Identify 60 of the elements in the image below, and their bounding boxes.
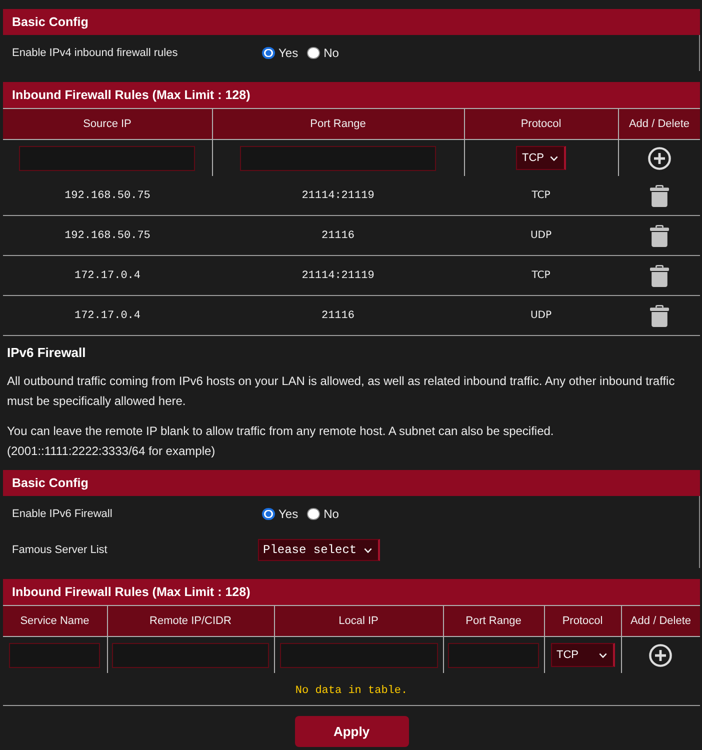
input-field[interactable] [9, 642, 100, 668]
trash-icon[interactable] [650, 184, 668, 206]
section-header: Basic Config [3, 9, 700, 35]
dropdown-select[interactable]: Please select [258, 539, 380, 561]
section-header: Inbound Firewall Rules (Max Limit : 128) [3, 579, 700, 605]
table-cell: 192.168.50.75 [3, 216, 212, 256]
table-cell: 21116 [212, 216, 464, 256]
input-field[interactable] [240, 146, 436, 170]
radio-label[interactable]: No [324, 507, 339, 521]
setting-label: Famous Server List [11, 544, 108, 556]
table-cell: UDP [464, 296, 618, 336]
table-cell: 172.17.0.4 [3, 296, 212, 336]
trash-icon[interactable] [650, 304, 668, 326]
radio-label[interactable]: No [324, 46, 339, 60]
table-cell: 21114:21119 [212, 176, 464, 216]
table-cell: TCP [464, 256, 618, 296]
column-header: Service Name [3, 606, 107, 636]
column-header: Add / Delete [621, 606, 700, 636]
section-header: Basic Config [3, 470, 700, 496]
radio-label[interactable]: Yes [278, 46, 298, 60]
chevron-down-icon [364, 548, 372, 552]
section-title: IPv6 Firewall [7, 345, 87, 361]
add-icon[interactable] [649, 644, 672, 666]
section-header: Inbound Firewall Rules (Max Limit : 128) [3, 82, 700, 108]
table-cell: 21114:21119 [212, 256, 464, 296]
radio-button[interactable] [262, 46, 274, 60]
description-text: All outbound traffic coming from IPv6 hosts on your LAN is allowed, as well as related inbound traffic. Any other inbound traffic must be specifically allowed here. [7, 373, 676, 410]
radio-button[interactable] [262, 508, 274, 520]
input-field[interactable] [448, 642, 539, 668]
dropdown-select[interactable]: TCP [550, 643, 614, 667]
table-cell: UDP [464, 216, 618, 256]
input-field[interactable] [19, 146, 196, 170]
chevron-down-icon [550, 156, 558, 160]
table-cell: 172.17.0.4 [3, 256, 212, 296]
column-header: Port Range [443, 606, 544, 636]
column-header: Add / Delete [618, 108, 700, 140]
radio-button[interactable] [307, 46, 320, 60]
empty-message: No data in table. [295, 685, 408, 697]
table-cell: 21116 [212, 296, 464, 336]
table-cell: TCP [464, 176, 618, 216]
setting-label: Enable IPv6 Firewall [11, 508, 114, 520]
column-header: Protocol [544, 606, 621, 636]
radio-label[interactable]: Yes [278, 507, 298, 521]
column-header: Protocol [464, 108, 618, 140]
trash-icon[interactable] [650, 224, 668, 246]
column-header: Source IP [3, 108, 212, 140]
trash-icon[interactable] [650, 264, 668, 286]
input-field[interactable] [112, 642, 269, 668]
column-header: Port Range [212, 108, 464, 140]
setting-label: Enable IPv4 inbound firewall rules [11, 47, 179, 59]
chevron-down-icon [598, 652, 606, 658]
dropdown-select[interactable]: TCP [516, 146, 566, 170]
apply-button[interactable]: Apply [294, 716, 408, 747]
radio-button[interactable] [307, 508, 320, 520]
column-header: Local IP [274, 606, 443, 636]
description-text: You can leave the remote IP blank to allow traffic from any remote host. A subnet can also be specified. (2001::1111:2222:3333/64 for example) [7, 423, 555, 460]
add-icon[interactable] [648, 146, 671, 170]
table-cell: 192.168.50.75 [3, 176, 212, 216]
column-header: Remote IP/CIDR [107, 606, 274, 636]
input-field[interactable] [280, 642, 438, 668]
